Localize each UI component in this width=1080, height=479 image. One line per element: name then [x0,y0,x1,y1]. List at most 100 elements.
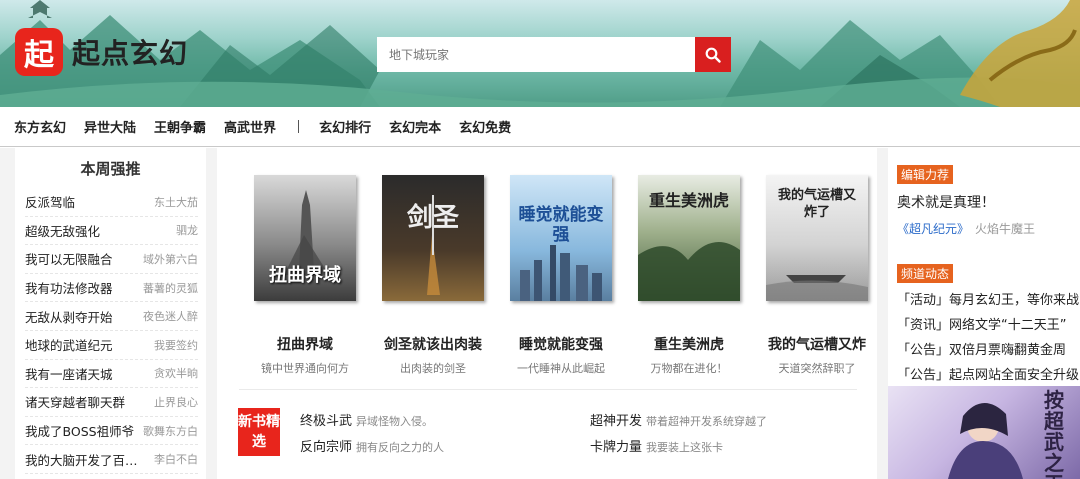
search-bar [377,37,731,72]
nav-item-free[interactable]: 玄幻免费 [459,117,511,136]
rank-item[interactable]: 反派驾临 东土大茄 [25,188,198,217]
rank-item-author[interactable]: 贪欢半晌 [154,365,198,381]
rank-item[interactable]: 我可以无限融合 域外第六白 [25,245,198,274]
new-book-name[interactable]: 终极斗武 [300,414,352,429]
new-book-desc: 我要装上这张卡 [646,441,724,454]
nav-item-yishi[interactable]: 异世大陆 [84,117,136,136]
book-cover[interactable]: 睡觉就能变强 [510,175,612,301]
search-icon [705,47,721,63]
nav-item-dongfang[interactable]: 东方玄幻 [14,117,66,136]
cover-title: 重生美洲虎 [648,191,729,210]
rank-item-title[interactable]: 反派驾临 [25,192,75,211]
rank-item-author[interactable]: 蕃薯的灵狐 [143,280,198,296]
book-cover[interactable]: 重生美洲虎 [638,175,740,301]
editor-rec-title[interactable]: 奥术就是真理！ [897,192,1080,212]
book-cover[interactable]: 剑圣 [382,175,484,301]
rank-item[interactable]: 我有功法修改器 蕃薯的灵狐 [25,274,198,303]
rank-item-author[interactable]: 止界良心 [154,394,198,410]
book-desc: 一代睡神从此崛起 [517,362,605,375]
rank-item[interactable]: 地球的武道纪元 我要签约 [25,331,198,360]
section-divider [239,389,857,390]
editor-rec-book[interactable]: 《超凡纪元》 [897,222,969,236]
pagoda-icon [28,0,52,18]
new-book-name[interactable]: 反向宗师 [300,440,352,455]
book-title[interactable]: 睡觉就能变强 [497,334,625,354]
cover-title: 扭曲界域 [269,265,341,286]
rank-item[interactable]: 我成了BOSS祖师爷 歌舞东方白 [25,417,198,446]
nav-item-ranking[interactable]: 玄幻排行 [319,117,371,136]
book-desc: 出肉装的剑圣 [400,362,466,375]
rank-item-author[interactable]: 驷龙 [176,222,198,238]
rank-item-author[interactable]: 域外第六白 [143,251,198,267]
dragon-icon [960,0,1080,107]
featured-panel: 扭曲界域 扭曲界域 镜中世界通向何方 剑圣 剑圣就该出肉装 出肉装的剑圣 睡觉就… [217,148,877,479]
nav-item-gaowu[interactable]: 高武世界 [224,117,276,136]
book-card[interactable]: 重生美洲虎 重生美洲虎 万物都在进化！ [625,175,753,376]
book-card[interactable]: 扭曲界域 扭曲界域 镜中世界通向何方 [241,175,369,376]
rank-item-author[interactable]: 歌舞东方白 [143,423,198,439]
book-cover[interactable]: 扭曲界域 [254,175,356,301]
cover-title: 我的气运槽又炸了 [777,188,856,220]
book-card[interactable]: 我的气运槽又炸了 我的气运槽又炸 天道突然辞职了 [753,175,881,376]
new-books-badge: 新书精选 [238,408,280,456]
rank-item-title[interactable]: 我成了BOSS祖师爷 [25,421,134,440]
book-card[interactable]: 剑圣 剑圣就该出肉装 出肉装的剑圣 [369,175,497,376]
rank-item[interactable]: 我的大脑开发了百… 李白不白 [25,445,198,474]
news-item[interactable]: 「公告」双倍月票嗨翻黄金周 [897,339,1080,358]
category-nav: 东方玄幻 异世大陆 王朝争霸 高武世界 玄幻排行 玄幻完本 玄幻免费 [0,107,1080,147]
logo-text: 起点玄幻 [72,37,189,70]
news-item[interactable]: 「资讯」网络文学“十二天王” [897,314,1080,333]
rank-item-title[interactable]: 我可以无限融合 [25,249,113,268]
cover-title: 睡觉就能变强 [518,205,604,245]
main-content: 本周强推 反派驾临 东土大茄超级无敌强化 驷龙我可以无限融合 域外第六白我有功法修改器… [0,148,1080,479]
new-book-name[interactable]: 超神开发 [590,414,642,429]
nav-item-finished[interactable]: 玄幻完本 [389,117,441,136]
new-book-item[interactable]: 超神开发 带着超神开发系统穿越了 [590,410,767,429]
sidebar-right: 编辑力荐 奥术就是真理！ 《超凡纪元》 火焰牛魔王 频道动态 「活动」每月玄幻王，… [888,148,1080,479]
channel-news: 频道动态 「活动」每月玄幻王，等你来战 「资讯」网络文学“十二天王” 「公告」双… [888,237,1080,383]
search-button[interactable] [695,37,731,72]
news-item[interactable]: 「活动」每月玄幻王，等你来战 [897,289,1080,308]
editor-recommend: 编辑力荐 奥术就是真理！ 《超凡纪元》 火焰牛魔王 [888,148,1080,237]
book-title[interactable]: 我的气运槽又炸 [753,334,881,354]
book-title[interactable]: 扭曲界域 [241,334,369,354]
rank-item-title[interactable]: 超级无敌强化 [25,221,100,240]
rank-item-author[interactable]: 东土大茄 [154,194,198,210]
news-item[interactable]: 「公告」起点网站全面安全升级 [897,364,1080,383]
book-cover[interactable]: 我的气运槽又炸了 [766,175,868,301]
rank-item-title[interactable]: 诸天穿越者聊天群 [25,392,125,411]
rank-item-author[interactable]: 李白不白 [154,451,198,467]
rank-item[interactable]: 我有一座诸天城 贪欢半晌 [25,360,198,389]
rank-item[interactable]: 无敌从剥夺开始 夜色迷人醉 [25,302,198,331]
site-logo[interactable]: 起 起点玄幻 [15,28,188,76]
rank-item-author[interactable]: 夜色迷人醉 [143,308,198,324]
new-book-desc: 拥有反向之力的人 [356,441,445,454]
news-tag: 频道动态 [897,264,954,283]
new-book-name[interactable]: 卡牌力量 [590,440,642,455]
editor-rec-sub: 《超凡纪元》 火焰牛魔王 [897,220,1080,237]
rank-item-title[interactable]: 无敌从剥夺开始 [25,307,113,326]
rank-item-title[interactable]: 我有一座诸天城 [25,364,113,383]
new-book-item[interactable]: 终极斗武 异域怪物入侵。 [300,410,433,429]
rank-item[interactable]: 超级无敌强化 驷龙 [25,217,198,246]
new-book-item[interactable]: 卡牌力量 我要装上这张卡 [590,436,723,455]
rank-item-title[interactable]: 地球的武道纪元 [25,335,113,354]
rank-item[interactable]: 诸天穿越者聊天群 止界良心 [25,388,198,417]
book-title[interactable]: 剑圣就该出肉装 [369,334,497,354]
new-book-item[interactable]: 反向宗师 拥有反向之力的人 [300,436,444,455]
nav-divider [298,120,300,133]
weekly-recommend-title: 本周强推 [80,160,141,178]
header-banner: 起 起点玄幻 [0,0,1080,107]
rank-item-author[interactable]: 我要签约 [154,337,198,353]
rank-item-title[interactable]: 我有功法修改器 [25,278,113,297]
swordsman-icon [427,195,440,295]
rank-item-title[interactable]: 我的大脑开发了百… [25,450,138,469]
book-card[interactable]: 睡觉就能变强 睡觉就能变强 一代睡神从此崛起 [497,175,625,376]
book-title[interactable]: 重生美洲虎 [625,334,753,354]
new-book-desc: 异域怪物入侵。 [356,415,434,428]
nav-item-wangchao[interactable]: 王朝争霸 [154,117,206,136]
editor-rec-author[interactable]: 火焰牛魔王 [975,222,1035,236]
ad-title: 按超武之天 [1044,388,1064,479]
search-input[interactable] [377,37,695,72]
ad-banner[interactable]: 按超武之天 [888,386,1080,479]
